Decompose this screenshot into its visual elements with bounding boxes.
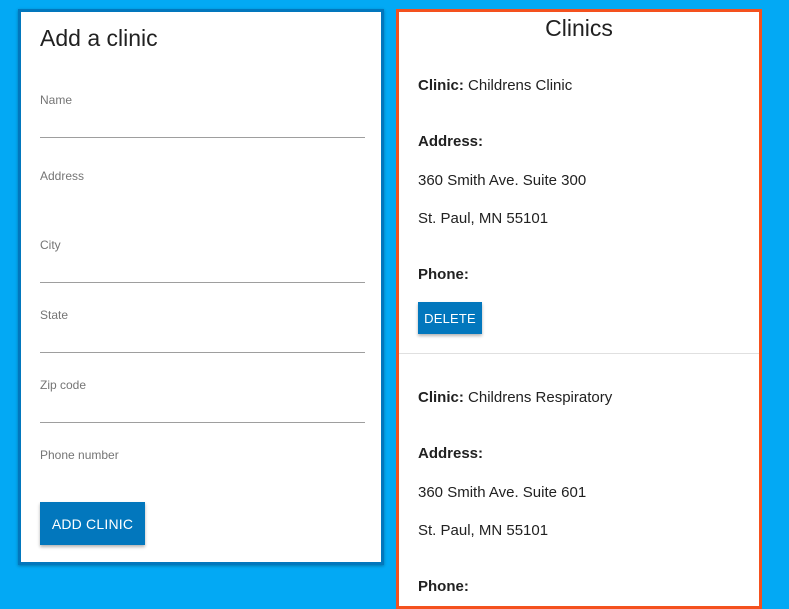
name-input[interactable] bbox=[40, 114, 365, 138]
form-title: Add a clinic bbox=[40, 25, 158, 51]
address-heading: Address: bbox=[418, 445, 484, 462]
address-heading: Address: bbox=[418, 133, 484, 150]
state-label: State bbox=[40, 308, 69, 322]
clinic-divider bbox=[399, 353, 759, 354]
clinic-name: Childrens Respiratory bbox=[468, 389, 613, 406]
address-line-2: St. Paul, MN 55101 bbox=[418, 522, 549, 539]
clinics-list: Clinics Clinic: Childrens Clinic Address… bbox=[396, 9, 762, 609]
city-field: City bbox=[40, 238, 365, 283]
phone-number-input[interactable] bbox=[40, 469, 365, 493]
address-line-1: 360 Smith Ave. Suite 601 bbox=[418, 484, 587, 501]
phone-number-field: Phone number bbox=[40, 448, 365, 493]
list-title: Clinics bbox=[545, 15, 613, 41]
clinic-name-row: Clinic: Childrens Clinic bbox=[418, 77, 572, 94]
name-field: Name bbox=[40, 93, 365, 138]
clinic-name-row: Clinic: Childrens Respiratory bbox=[418, 389, 612, 406]
city-label: City bbox=[40, 238, 61, 252]
state-input[interactable] bbox=[40, 329, 365, 353]
state-field: State bbox=[40, 308, 365, 353]
address-line-1: 360 Smith Ave. Suite 300 bbox=[418, 172, 587, 189]
zip-code-input[interactable] bbox=[40, 399, 365, 423]
add-clinic-form: Add a clinic Name Address City State Zip… bbox=[18, 9, 384, 565]
address-label: Address bbox=[40, 169, 85, 183]
name-label: Name bbox=[40, 93, 73, 107]
city-input[interactable] bbox=[40, 259, 365, 283]
clinic-name: Childrens Clinic bbox=[468, 77, 573, 94]
address-field: Address bbox=[40, 169, 365, 214]
delete-button[interactable]: DELETE bbox=[418, 302, 482, 334]
zip-code-field: Zip code bbox=[40, 378, 365, 423]
clinic-label: Clinic: bbox=[418, 77, 464, 94]
clinic-label: Clinic: bbox=[418, 389, 464, 406]
address-input[interactable] bbox=[40, 190, 365, 214]
add-clinic-button[interactable]: ADD CLINIC bbox=[40, 502, 145, 545]
zip-code-label: Zip code bbox=[40, 378, 87, 392]
phone-heading: Phone: bbox=[418, 578, 469, 595]
phone-heading: Phone: bbox=[418, 266, 469, 283]
address-line-2: St. Paul, MN 55101 bbox=[418, 210, 549, 227]
phone-number-label: Phone number bbox=[40, 448, 119, 462]
